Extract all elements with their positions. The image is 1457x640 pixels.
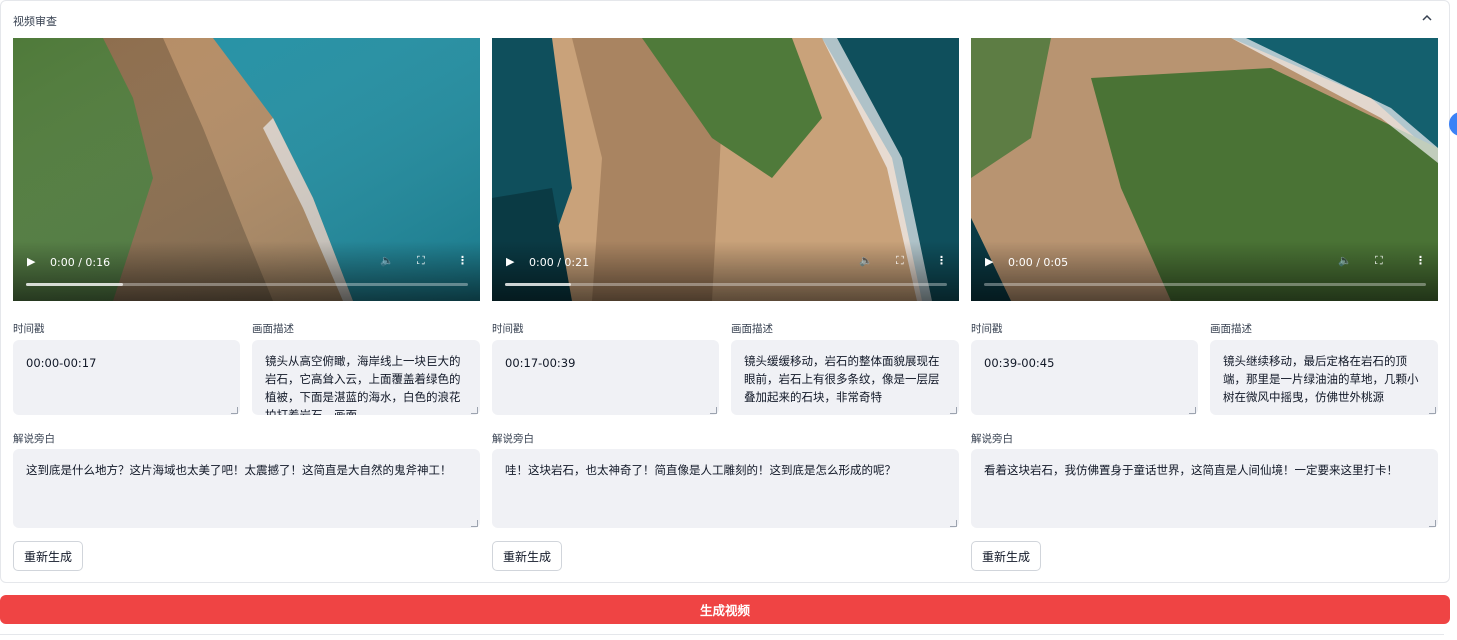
- video-controls: [13, 241, 480, 301]
- more-options-icon[interactable]: ⋮: [936, 254, 947, 268]
- fullscreen-icon[interactable]: ⛶: [1375, 254, 1383, 268]
- timestamp-label: 时间戳: [13, 323, 45, 335]
- volume-icon[interactable]: 🔈: [380, 254, 394, 268]
- regenerate-button[interactable]: 重新生成: [971, 541, 1041, 571]
- clip-card-3: ▶ 0:00 / 0:05 🔈 ⛶ ⋮ 时间戳 画面描述 00:39-00:45…: [971, 38, 1438, 573]
- volume-icon[interactable]: 🔈: [859, 254, 873, 268]
- video-time: 0:00 / 0:16: [50, 256, 111, 269]
- timestamp-label: 时间戳: [492, 323, 524, 335]
- video-time: 0:00 / 0:05: [1008, 256, 1069, 269]
- video-buffer-fill: [26, 283, 124, 286]
- description-value: 镜头继续移动，最后定格在岩石的顶端，那里是一片绿油油的草地，几颗小树在微风中摇曳…: [1223, 354, 1419, 404]
- video-review-panel: 视频审查 ▶ 0:00 / 0:16 🔈 ⛶ ⋮ 时间戳 画面描述 00:00-…: [0, 0, 1450, 583]
- timestamp-value: 00:39-00:45: [984, 356, 1055, 370]
- video-buffer-fill: [505, 283, 572, 286]
- narration-label: 解说旁白: [971, 433, 1013, 445]
- more-options-icon[interactable]: ⋮: [1415, 254, 1426, 268]
- description-label: 画面描述: [252, 323, 294, 335]
- narration-label: 解说旁白: [492, 433, 534, 445]
- floating-assistant-icon[interactable]: [1449, 112, 1457, 136]
- video-progress-bar[interactable]: [984, 283, 1426, 286]
- video-player-2[interactable]: ▶ 0:00 / 0:21 🔈 ⛶ ⋮: [492, 38, 959, 301]
- resize-handle-icon[interactable]: [1429, 520, 1436, 527]
- narration-field[interactable]: 看着这块岩石，我仿佛置身于童话世界，这简直是人间仙境！一定要来这里打卡！: [971, 449, 1438, 528]
- description-field[interactable]: 镜头继续移动，最后定格在岩石的顶端，那里是一片绿油油的草地，几颗小树在微风中摇曳…: [1210, 340, 1438, 415]
- timestamp-label: 时间戳: [971, 323, 1003, 335]
- resize-handle-icon[interactable]: [1429, 407, 1436, 414]
- timestamp-value: 00:17-00:39: [505, 356, 576, 370]
- timestamp-field[interactable]: 00:00-00:17: [13, 340, 240, 415]
- resize-handle-icon[interactable]: [471, 520, 478, 527]
- resize-handle-icon[interactable]: [1189, 407, 1196, 414]
- narration-field[interactable]: 这到底是什么地方？这片海域也太美了吧！太震撼了！这简直是大自然的鬼斧神工！: [13, 449, 480, 528]
- resize-handle-icon[interactable]: [950, 407, 957, 414]
- description-field[interactable]: 镜头缓缓移动，岩石的整体面貌展现在眼前，岩石上有很多条纹，像是一层层叠加起来的石…: [731, 340, 959, 415]
- play-icon[interactable]: ▶: [506, 256, 518, 268]
- narration-value: 这到底是什么地方？这片海域也太美了吧！太震撼了！这简直是大自然的鬼斧神工！: [26, 463, 452, 477]
- narration-value: 哇！这块岩石，也太神奇了！简直像是人工雕刻的！这到底是怎么形成的呢？: [505, 463, 896, 477]
- generate-video-button[interactable]: 生成视频: [0, 595, 1450, 624]
- chevron-up-icon[interactable]: [1419, 9, 1435, 25]
- panel-title: 视频审查: [13, 15, 57, 28]
- description-value: 镜头从高空俯瞰，海岸线上一块巨大的岩石，它高耸入云，上面覆盖着绿色的植被，下面是…: [265, 354, 461, 415]
- volume-icon[interactable]: 🔈: [1338, 254, 1352, 268]
- narration-field[interactable]: 哇！这块岩石，也太神奇了！简直像是人工雕刻的！这到底是怎么形成的呢？: [492, 449, 959, 528]
- fullscreen-icon[interactable]: ⛶: [896, 254, 904, 268]
- narration-label: 解说旁白: [13, 433, 55, 445]
- more-options-icon[interactable]: ⋮: [457, 254, 468, 268]
- play-icon[interactable]: ▶: [985, 256, 997, 268]
- play-icon[interactable]: ▶: [27, 256, 39, 268]
- description-label: 画面描述: [1210, 323, 1252, 335]
- video-controls: [971, 241, 1438, 301]
- video-time: 0:00 / 0:21: [529, 256, 590, 269]
- description-value: 镜头缓缓移动，岩石的整体面貌展现在眼前，岩石上有很多条纹，像是一层层叠加起来的石…: [744, 354, 940, 404]
- clip-card-2: ▶ 0:00 / 0:21 🔈 ⛶ ⋮ 时间戳 画面描述 00:17-00:39…: [492, 38, 959, 573]
- video-controls: [492, 241, 959, 301]
- timestamp-field[interactable]: 00:17-00:39: [492, 340, 719, 415]
- resize-handle-icon[interactable]: [231, 407, 238, 414]
- divider: [0, 634, 1444, 635]
- video-player-1[interactable]: ▶ 0:00 / 0:16 🔈 ⛶ ⋮: [13, 38, 480, 301]
- resize-handle-icon[interactable]: [710, 407, 717, 414]
- regenerate-button[interactable]: 重新生成: [13, 541, 83, 571]
- timestamp-field[interactable]: 00:39-00:45: [971, 340, 1198, 415]
- narration-value: 看着这块岩石，我仿佛置身于童话世界，这简直是人间仙境！一定要来这里打卡！: [984, 463, 1398, 477]
- resize-handle-icon[interactable]: [950, 520, 957, 527]
- clip-card-1: ▶ 0:00 / 0:16 🔈 ⛶ ⋮ 时间戳 画面描述 00:00-00:17…: [13, 38, 480, 573]
- resize-handle-icon[interactable]: [471, 407, 478, 414]
- description-label: 画面描述: [731, 323, 773, 335]
- fullscreen-icon[interactable]: ⛶: [417, 254, 425, 268]
- video-progress-bar[interactable]: [505, 283, 947, 286]
- video-progress-bar[interactable]: [26, 283, 468, 286]
- description-field[interactable]: 镜头从高空俯瞰，海岸线上一块巨大的岩石，它高耸入云，上面覆盖着绿色的植被，下面是…: [252, 340, 480, 415]
- video-player-3[interactable]: ▶ 0:00 / 0:05 🔈 ⛶ ⋮: [971, 38, 1438, 301]
- timestamp-value: 00:00-00:17: [26, 356, 97, 370]
- regenerate-button[interactable]: 重新生成: [492, 541, 562, 571]
